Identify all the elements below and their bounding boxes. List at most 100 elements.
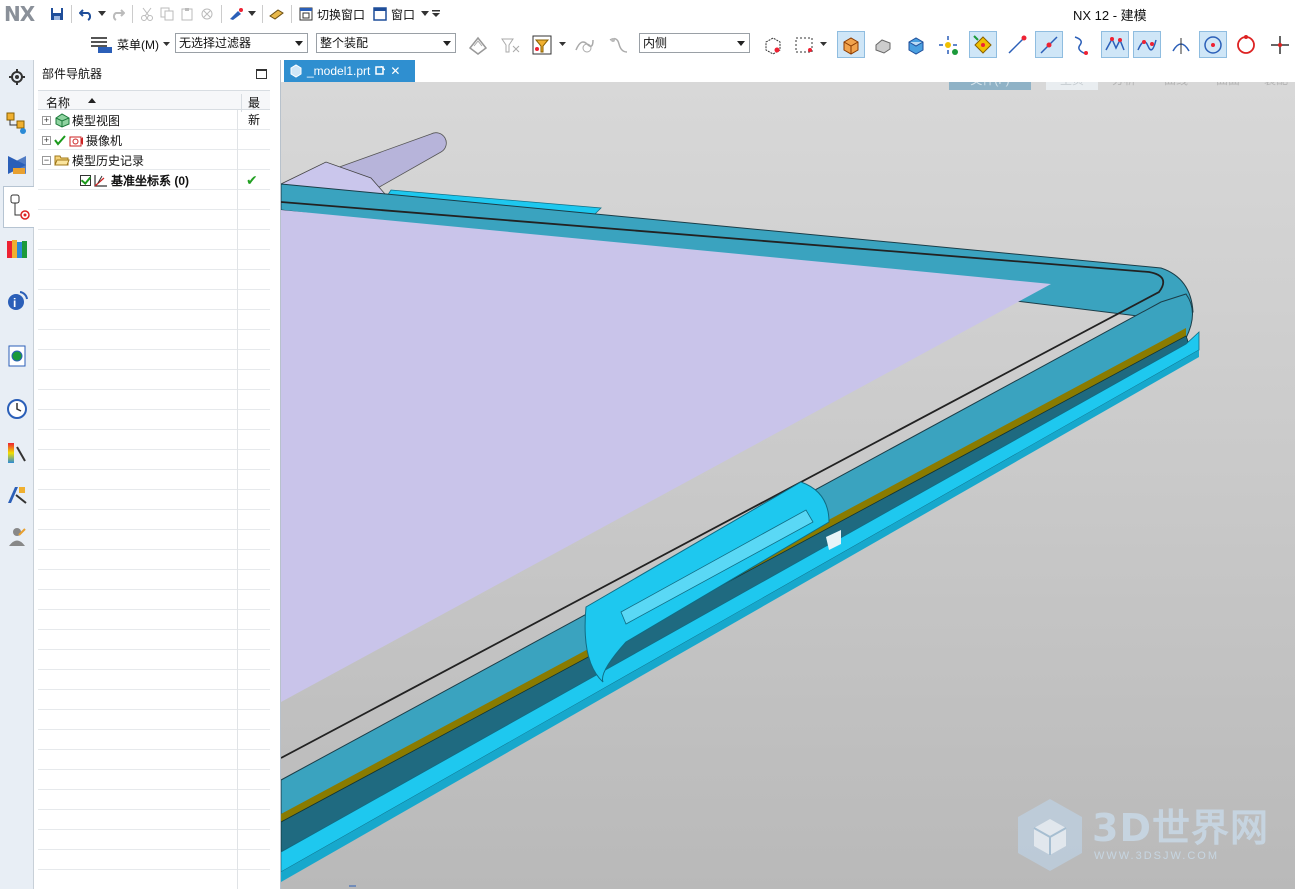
constraint-navigator-icon[interactable] (3, 150, 31, 180)
arc-center-icon[interactable] (1199, 31, 1227, 58)
quadrant-point-icon[interactable] (1167, 31, 1195, 58)
paste-icon[interactable] (178, 5, 196, 23)
camera-icon (68, 132, 84, 148)
ribbon-tab-assembly[interactable]: 装配 (1257, 82, 1295, 90)
ribbon-tab-surface[interactable]: 曲面 (1205, 82, 1251, 90)
select-inside-dropdown[interactable]: 内侧 (639, 33, 750, 53)
existing-point-icon[interactable] (1266, 31, 1294, 58)
enable-snap-point-icon[interactable] (969, 31, 997, 58)
menu-label: 菜单(M) (117, 37, 159, 52)
rectangle-select-icon[interactable] (790, 31, 818, 58)
copy-icon[interactable] (158, 5, 176, 23)
column-divider (237, 410, 238, 430)
switch-window-icon[interactable] (297, 5, 315, 23)
delete-icon[interactable] (198, 5, 216, 23)
ribbon-tab-home[interactable]: 主页 (1046, 82, 1098, 90)
undo-dropdown-icon[interactable] (97, 5, 107, 23)
column-divider (237, 390, 238, 410)
empty-row (38, 870, 270, 889)
reuse-library-icon[interactable] (3, 234, 31, 264)
customize-qa-icon[interactable] (431, 5, 441, 23)
part-navigator-header: 部件导航器 (34, 60, 280, 88)
visibility-checkbox[interactable] (80, 174, 91, 186)
collapse-icon[interactable]: − (42, 155, 51, 165)
box-select-icon[interactable] (759, 31, 787, 58)
ribbon-tab-curve[interactable]: 曲线 (1153, 82, 1199, 90)
empty-row (38, 330, 270, 350)
column-divider (237, 470, 238, 490)
empty-row (38, 190, 270, 210)
tree-item-label: 模型历史记录 (72, 153, 145, 168)
quick-access-toolbar: 切换窗口 窗口 (48, 4, 441, 24)
point-on-curve-icon[interactable] (1133, 31, 1161, 58)
empty-row (38, 490, 270, 510)
process-studio-icon[interactable] (3, 480, 31, 510)
touch-mode-icon[interactable] (268, 5, 286, 23)
shaded-icon[interactable] (869, 31, 897, 58)
redo-icon[interactable] (109, 5, 127, 23)
selection-scope-dropdown[interactable]: 整个装配 (316, 33, 456, 53)
menu-button[interactable]: 菜单(M) (90, 31, 170, 57)
select-tangent-curves-icon[interactable] (570, 31, 598, 58)
sort-ascending-icon (88, 98, 96, 103)
ribbon-tab-analysis[interactable]: 分析 (1101, 82, 1147, 90)
switch-window-label[interactable]: 切换窗口 (317, 6, 365, 23)
feature-filter-icon[interactable] (528, 31, 556, 58)
select-method-dropdown-icon[interactable] (817, 31, 829, 58)
roles-icon[interactable] (3, 522, 31, 552)
tree-row-datum-csys[interactable]: 基准坐标系 (0) ✔ (38, 170, 270, 190)
mid-point-icon[interactable] (1035, 31, 1063, 58)
ribbon-tab-file[interactable]: 文件(F) (949, 82, 1031, 90)
select-inside-value: 内侧 (643, 36, 668, 50)
window-label[interactable]: 窗口 (391, 6, 415, 23)
close-tab-icon[interactable]: ✕ (390, 64, 400, 78)
empty-row (38, 750, 270, 770)
column-divider (237, 450, 238, 470)
settings-gear-icon[interactable] (3, 62, 31, 92)
maximize-icon[interactable] (256, 69, 267, 79)
document-tab-bar: _model1.prt ✕ (281, 60, 1295, 82)
tangent-point-icon[interactable] (1232, 31, 1260, 58)
expand-icon[interactable]: + (42, 115, 51, 125)
window-icon[interactable] (371, 5, 389, 23)
assembly-navigator-icon[interactable] (3, 108, 31, 138)
shaded-with-edges-icon[interactable] (837, 31, 865, 58)
reset-filter-icon[interactable] (496, 31, 524, 58)
empty-row (38, 510, 270, 530)
expand-icon[interactable]: + (42, 135, 51, 145)
model-3d-render (281, 132, 1200, 887)
end-point-icon[interactable] (1003, 31, 1031, 58)
static-wireframe-icon[interactable] (902, 31, 930, 58)
tree-row-model-views[interactable]: + 模型视图 (38, 110, 270, 130)
column-divider (237, 130, 238, 150)
select-connected-icon[interactable] (604, 31, 632, 58)
intersection-point-icon[interactable] (1101, 31, 1129, 58)
part-navigator-icon[interactable] (3, 186, 34, 228)
save-icon[interactable] (48, 5, 66, 23)
empty-row (38, 690, 270, 710)
hd3d-tools-icon[interactable]: i (3, 286, 31, 316)
type-filter-dropdown[interactable]: 无选择过滤器 (175, 33, 308, 53)
window-dropdown-icon[interactable] (421, 5, 430, 23)
general-selection-filter-icon[interactable] (464, 31, 492, 58)
feature-filter-dropdown-icon[interactable] (556, 31, 568, 58)
repeat-command-icon[interactable] (227, 5, 245, 23)
cut-icon[interactable] (138, 5, 156, 23)
history-clock-icon[interactable] (3, 394, 31, 424)
web-browser-icon[interactable] (3, 341, 31, 371)
empty-row (38, 370, 270, 390)
document-tab[interactable]: _model1.prt ✕ (284, 60, 415, 82)
pin-tab-icon[interactable] (375, 66, 386, 76)
tree-row-model-history[interactable]: − 模型历史记录 (38, 150, 270, 170)
repeat-dropdown-icon[interactable] (247, 5, 257, 23)
tree-row-cameras[interactable]: + 摄像机 (38, 130, 270, 150)
graphics-window[interactable]: 文件(F) 主页 分析 曲线 曲面 装配 (281, 82, 1295, 889)
column-divider (237, 150, 238, 170)
column-name-header[interactable]: 名称 (46, 94, 70, 111)
snap-point-icon[interactable] (934, 31, 962, 58)
empty-row (38, 210, 270, 230)
control-point-icon[interactable] (1067, 31, 1095, 58)
separator (262, 5, 263, 23)
system-materials-icon[interactable] (3, 438, 31, 468)
undo-icon[interactable] (77, 5, 95, 23)
